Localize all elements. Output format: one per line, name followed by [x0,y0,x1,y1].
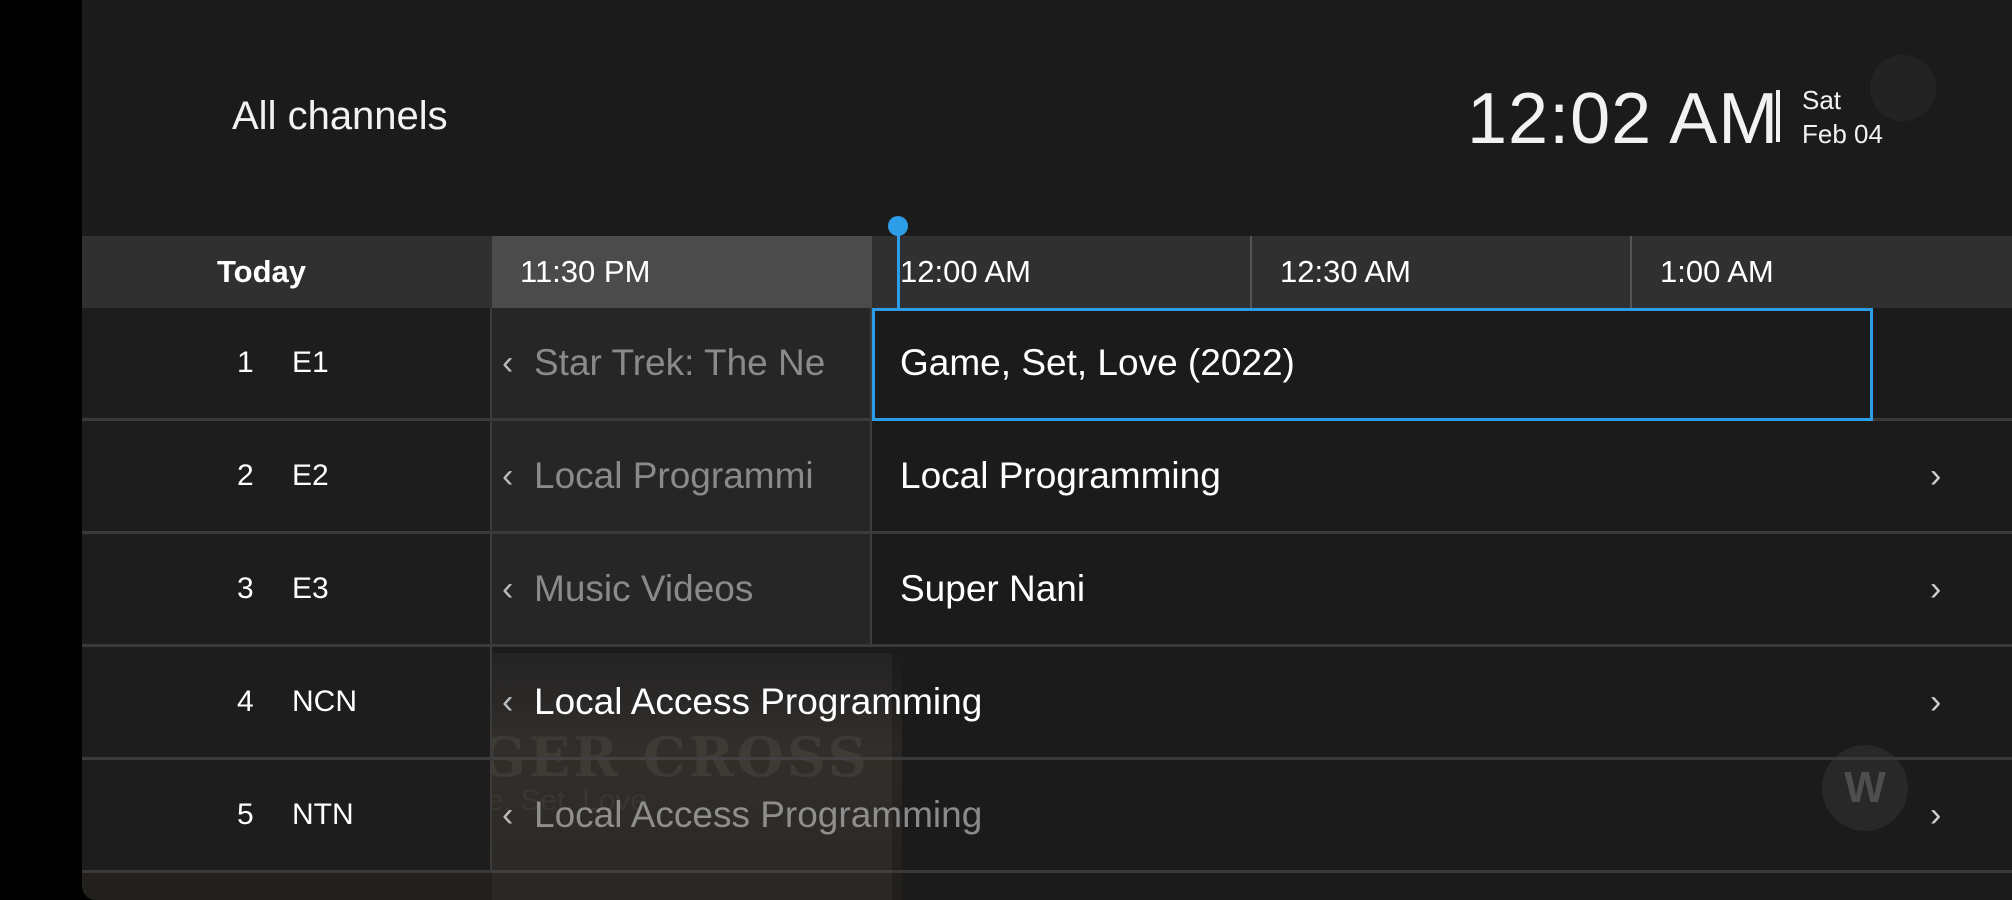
time-slot-2: 12:00 AM [900,254,1031,289]
time-slot-divider [1630,236,1632,308]
timeline-header: Today 11:30 PM 12:00 AM 12:30 AM 1:00 AM [82,236,2012,308]
program-title[interactable]: Super Nani [900,534,1085,644]
channel-cell[interactable]: 5 NTN [82,760,492,870]
channel-cell[interactable]: 1 E1 [82,308,492,418]
current-day: Sat [1802,85,1842,115]
clock-divider [1776,90,1780,142]
current-time-marker-icon [888,216,908,236]
page-title: All channels [232,94,448,138]
time-slot-divider [1250,236,1252,308]
past-time-overlay [492,653,892,900]
channel-cell[interactable]: 2 E2 [82,421,492,531]
channel-number: 4 [237,685,254,718]
background-circle-decoration [1870,55,1936,121]
channel-callsign: E2 [292,459,329,492]
channel-row[interactable]: 4 NCN ‹ Local Access Programming › [82,647,2012,760]
channel-row[interactable]: 3 E3 ‹ Music Videos Super Nani › [82,534,2012,647]
channel-number: 5 [237,798,254,831]
channel-number: 3 [237,572,254,605]
channel-cell[interactable]: 4 NCN [82,647,492,757]
channel-number: 2 [237,459,254,492]
channel-row[interactable]: 2 E2 ‹ Local Programmi Local Programming… [82,421,2012,534]
channel-number: 1 [237,346,254,379]
time-slot-1: 11:30 PM [520,254,651,289]
current-date: Feb 04 [1802,119,1883,149]
current-time-line [897,226,900,308]
selected-program-highlight[interactable] [872,308,1873,421]
chevron-left-icon: ‹ [502,344,514,382]
channel-row[interactable]: 1 E1 ‹ Star Trek: The Ne Game, Set, Love… [82,308,2012,421]
time-slot-4: 1:00 AM [1660,254,1774,289]
chevron-right-icon: › [1930,570,1942,608]
current-time: 12:02 AM [1467,79,1780,159]
channel-callsign: NTN [292,798,354,831]
chevron-left-icon: ‹ [502,457,514,495]
channel-callsign: E1 [292,346,329,379]
previous-program-title: Music Videos [534,568,754,609]
chevron-right-icon: › [1930,457,1942,495]
program-title[interactable]: Local Programming [900,421,1221,531]
today-label: Today [217,254,306,289]
channel-row[interactable]: 5 NTN ‹ Local Access Programming › [82,760,2012,873]
tv-guide-screen: ROGER CROSS Game, Set, Love W All channe… [82,0,2012,900]
channel-callsign: E3 [292,572,329,605]
time-slot-3: 12:30 AM [1280,254,1411,289]
chevron-left-icon: ‹ [502,570,514,608]
previous-program-title: Star Trek: The Ne [534,342,826,383]
channel-callsign: NCN [292,685,357,718]
chevron-right-icon: › [1930,683,1942,721]
chevron-right-icon: › [1930,796,1942,834]
previous-program-title: Local Programmi [534,455,814,496]
channel-cell[interactable]: 3 E3 [82,534,492,644]
